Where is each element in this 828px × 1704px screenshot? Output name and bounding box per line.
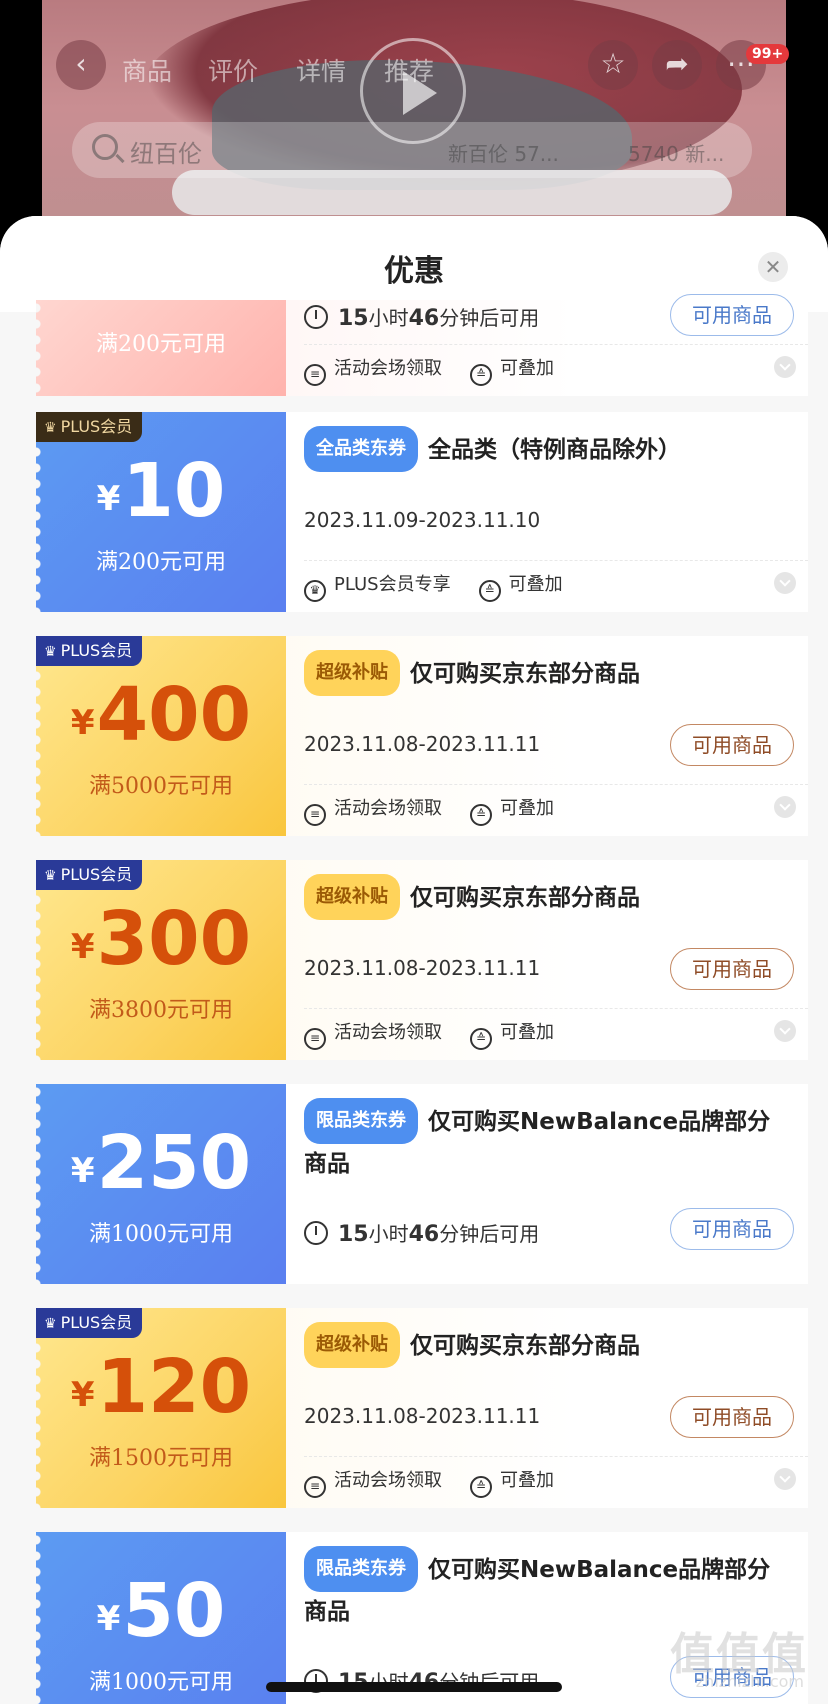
search-suggestion[interactable]: 5740 新... xyxy=(628,138,724,167)
crown-icon: ♛ xyxy=(304,580,326,602)
chevron-down-icon[interactable] xyxy=(774,572,796,594)
coupon-card: 满200元可用 15小时46分钟后可用 可用商品 ≡ 活动会场领取 ≙ 可叠加 xyxy=(36,294,808,396)
coupon-date: 2023.11.08-2023.11.11 xyxy=(304,1404,541,1428)
watermark-url: zhizhizhi.com xyxy=(695,1672,804,1691)
coupon-threshold: 满1000元可用 xyxy=(89,1222,233,1247)
stack-icon: ≙ xyxy=(470,364,492,386)
chevron-left-icon[interactable]: ‹ xyxy=(56,40,106,90)
home-indicator[interactable] xyxy=(266,1682,562,1692)
crown-icon: ♛ xyxy=(44,868,57,884)
available-products-button[interactable]: 可用商品 xyxy=(670,1396,794,1438)
coupon-threshold: 满200元可用 xyxy=(96,550,226,575)
coupon-footer: ♛ PLUS会员专享 ≙ 可叠加 xyxy=(304,570,563,602)
coupon-tag: 超级补贴 xyxy=(304,650,400,696)
coupon-title: 超级补贴 仅可购买京东部分商品 xyxy=(304,650,774,696)
chevron-down-icon[interactable] xyxy=(774,1020,796,1042)
coupon-title: 限品类东券 仅可购买NewBalance品牌部分商品 xyxy=(304,1098,774,1184)
clock-icon xyxy=(304,305,328,329)
coupon-threshold: 满5000元可用 xyxy=(89,774,233,799)
ticket-icon: ≡ xyxy=(304,364,326,386)
coupon-card: ♛ PLUS会员 ¥10 满200元可用 全品类东券 全品类（特例商品除外） 202… xyxy=(36,412,808,612)
available-products-button[interactable]: 可用商品 xyxy=(670,294,794,336)
tab-details[interactable]: 详情 xyxy=(296,52,346,88)
sheet-title: 优惠 xyxy=(384,254,444,289)
coupon-threshold: 满1000元可用 xyxy=(89,1670,233,1695)
coupon-tag: 限品类东券 xyxy=(304,1098,418,1144)
coupon-tag: 超级补贴 xyxy=(304,874,400,920)
available-products-button[interactable]: 可用商品 xyxy=(670,1208,794,1250)
coupon-card: ¥250 满1000元可用 限品类东券 仅可购买NewBalance品牌部分商品 … xyxy=(36,1084,808,1284)
coupon-amount: ¥120 xyxy=(70,1344,252,1430)
coupon-sheet: 优惠 ✕ 满200元可用 15小时46分钟后可用 可用商品 ≡ 活动会场领取 ≙ 可叠… xyxy=(0,216,828,1704)
coupon-title: 全品类东券 全品类（特例商品除外） xyxy=(304,426,774,472)
search-icon xyxy=(92,134,118,160)
star-icon[interactable]: ☆ xyxy=(588,40,638,90)
chevron-down-icon[interactable] xyxy=(774,1468,796,1490)
coupon-footer: ≡ 活动会场领取 ≙ 可叠加 xyxy=(304,794,554,826)
coupon-amount-panel: ♛ PLUS会员 ¥400 满5000元可用 xyxy=(36,636,286,836)
coupon-date: 2023.11.08-2023.11.11 xyxy=(304,956,541,980)
search-bar[interactable]: 纽百伦 新百伦 57... 5740 新... xyxy=(72,122,752,178)
available-products-button[interactable]: 可用商品 xyxy=(670,724,794,766)
coupon-threshold: 满3800元可用 xyxy=(89,998,233,1023)
stack-icon: ≙ xyxy=(470,804,492,826)
coupon-card: ♛ PLUS会员 ¥400 满5000元可用 超级补贴 仅可购买京东部分商品 202… xyxy=(36,636,808,836)
coupon-title: 超级补贴 仅可购买京东部分商品 xyxy=(304,874,774,920)
close-icon[interactable]: ✕ xyxy=(758,252,788,282)
crown-icon: ♛ xyxy=(44,644,57,660)
coupon-footer: ≡ 活动会场领取 ≙ 可叠加 xyxy=(304,1018,554,1050)
plus-badge: ♛ PLUS会员 xyxy=(36,636,143,666)
coupon-card: ♛ PLUS会员 ¥120 满1500元可用 超级补贴 仅可购买京东部分商品 202… xyxy=(36,1308,808,1508)
coupon-footer: ≡ 活动会场领取 ≙ 可叠加 xyxy=(304,1466,554,1498)
stack-icon: ≙ xyxy=(478,580,501,602)
available-products-button[interactable]: 可用商品 xyxy=(670,948,794,990)
coupon-amount-panel: ♛ PLUS会员 ¥10 满200元可用 xyxy=(36,412,286,612)
coupon-amount-panel: ♛ PLUS会员 ¥300 满3800元可用 xyxy=(36,860,286,1060)
coupon-date: 2023.11.08-2023.11.11 xyxy=(304,732,541,756)
coupon-timer: 15小时46分钟后可用 xyxy=(304,302,539,331)
ticket-icon: ≡ xyxy=(304,1476,326,1498)
chevron-down-icon[interactable] xyxy=(774,796,796,818)
coupon-amount: ¥50 xyxy=(96,1568,226,1654)
coupon-timer: 15小时46分钟后可用 xyxy=(304,1218,539,1247)
coupon-amount: ¥10 xyxy=(96,448,226,534)
clock-icon xyxy=(304,1221,328,1245)
crown-icon: ♛ xyxy=(44,420,57,436)
plus-badge: ♛ PLUS会员 xyxy=(36,860,143,890)
coupon-threshold: 满1500元可用 xyxy=(89,1446,233,1471)
crown-icon: ♛ xyxy=(44,1316,57,1332)
plus-badge: ♛ PLUS会员 xyxy=(36,1308,143,1338)
product-header: ‹ 商品 评价 详情 推荐 ☆ ➦ ⋯ 99+ 纽百伦 新百伦 57... 57… xyxy=(0,0,828,240)
stack-icon: ≙ xyxy=(470,1476,492,1498)
coupon-amount: ¥300 xyxy=(70,896,252,982)
share-icon[interactable]: ➦ xyxy=(652,40,702,90)
coupon-date: 2023.11.09-2023.11.10 xyxy=(304,508,541,532)
coupon-threshold: 满200元可用 xyxy=(96,332,226,357)
ticket-icon: ≡ xyxy=(304,804,326,826)
coupon-tag: 限品类东券 xyxy=(304,1546,418,1592)
message-badge: 99+ xyxy=(746,44,790,64)
coupon-footer: ≡ 活动会场领取 ≙ 可叠加 xyxy=(304,354,554,386)
search-suggestion[interactable]: 新百伦 57... xyxy=(448,138,559,167)
coupon-card: ♛ PLUS会员 ¥300 满3800元可用 超级补贴 仅可购买京东部分商品 202… xyxy=(36,860,808,1060)
coupon-amount-panel: ¥50 满1000元可用 xyxy=(36,1532,286,1704)
coupon-amount: ¥250 xyxy=(70,1120,252,1206)
tab-reviews[interactable]: 评价 xyxy=(208,52,258,88)
tab-product[interactable]: 商品 xyxy=(122,52,172,88)
plus-badge: ♛ PLUS会员 xyxy=(36,412,143,442)
stack-icon: ≙ xyxy=(470,1028,492,1050)
coupon-amount: ¥400 xyxy=(70,672,252,758)
coupon-title: 超级补贴 仅可购买京东部分商品 xyxy=(304,1322,774,1368)
coupon-tag: 全品类东券 xyxy=(304,426,418,472)
ticket-icon: ≡ xyxy=(304,1028,326,1050)
coupon-amount-panel: ♛ PLUS会员 ¥120 满1500元可用 xyxy=(36,1308,286,1508)
search-keyword: 纽百伦 xyxy=(130,140,202,168)
coupon-amount-panel: 满200元可用 xyxy=(36,300,286,396)
coupon-amount-panel: ¥250 满1000元可用 xyxy=(36,1084,286,1284)
chevron-down-icon[interactable] xyxy=(774,356,796,378)
coupon-tag: 超级补贴 xyxy=(304,1322,400,1368)
